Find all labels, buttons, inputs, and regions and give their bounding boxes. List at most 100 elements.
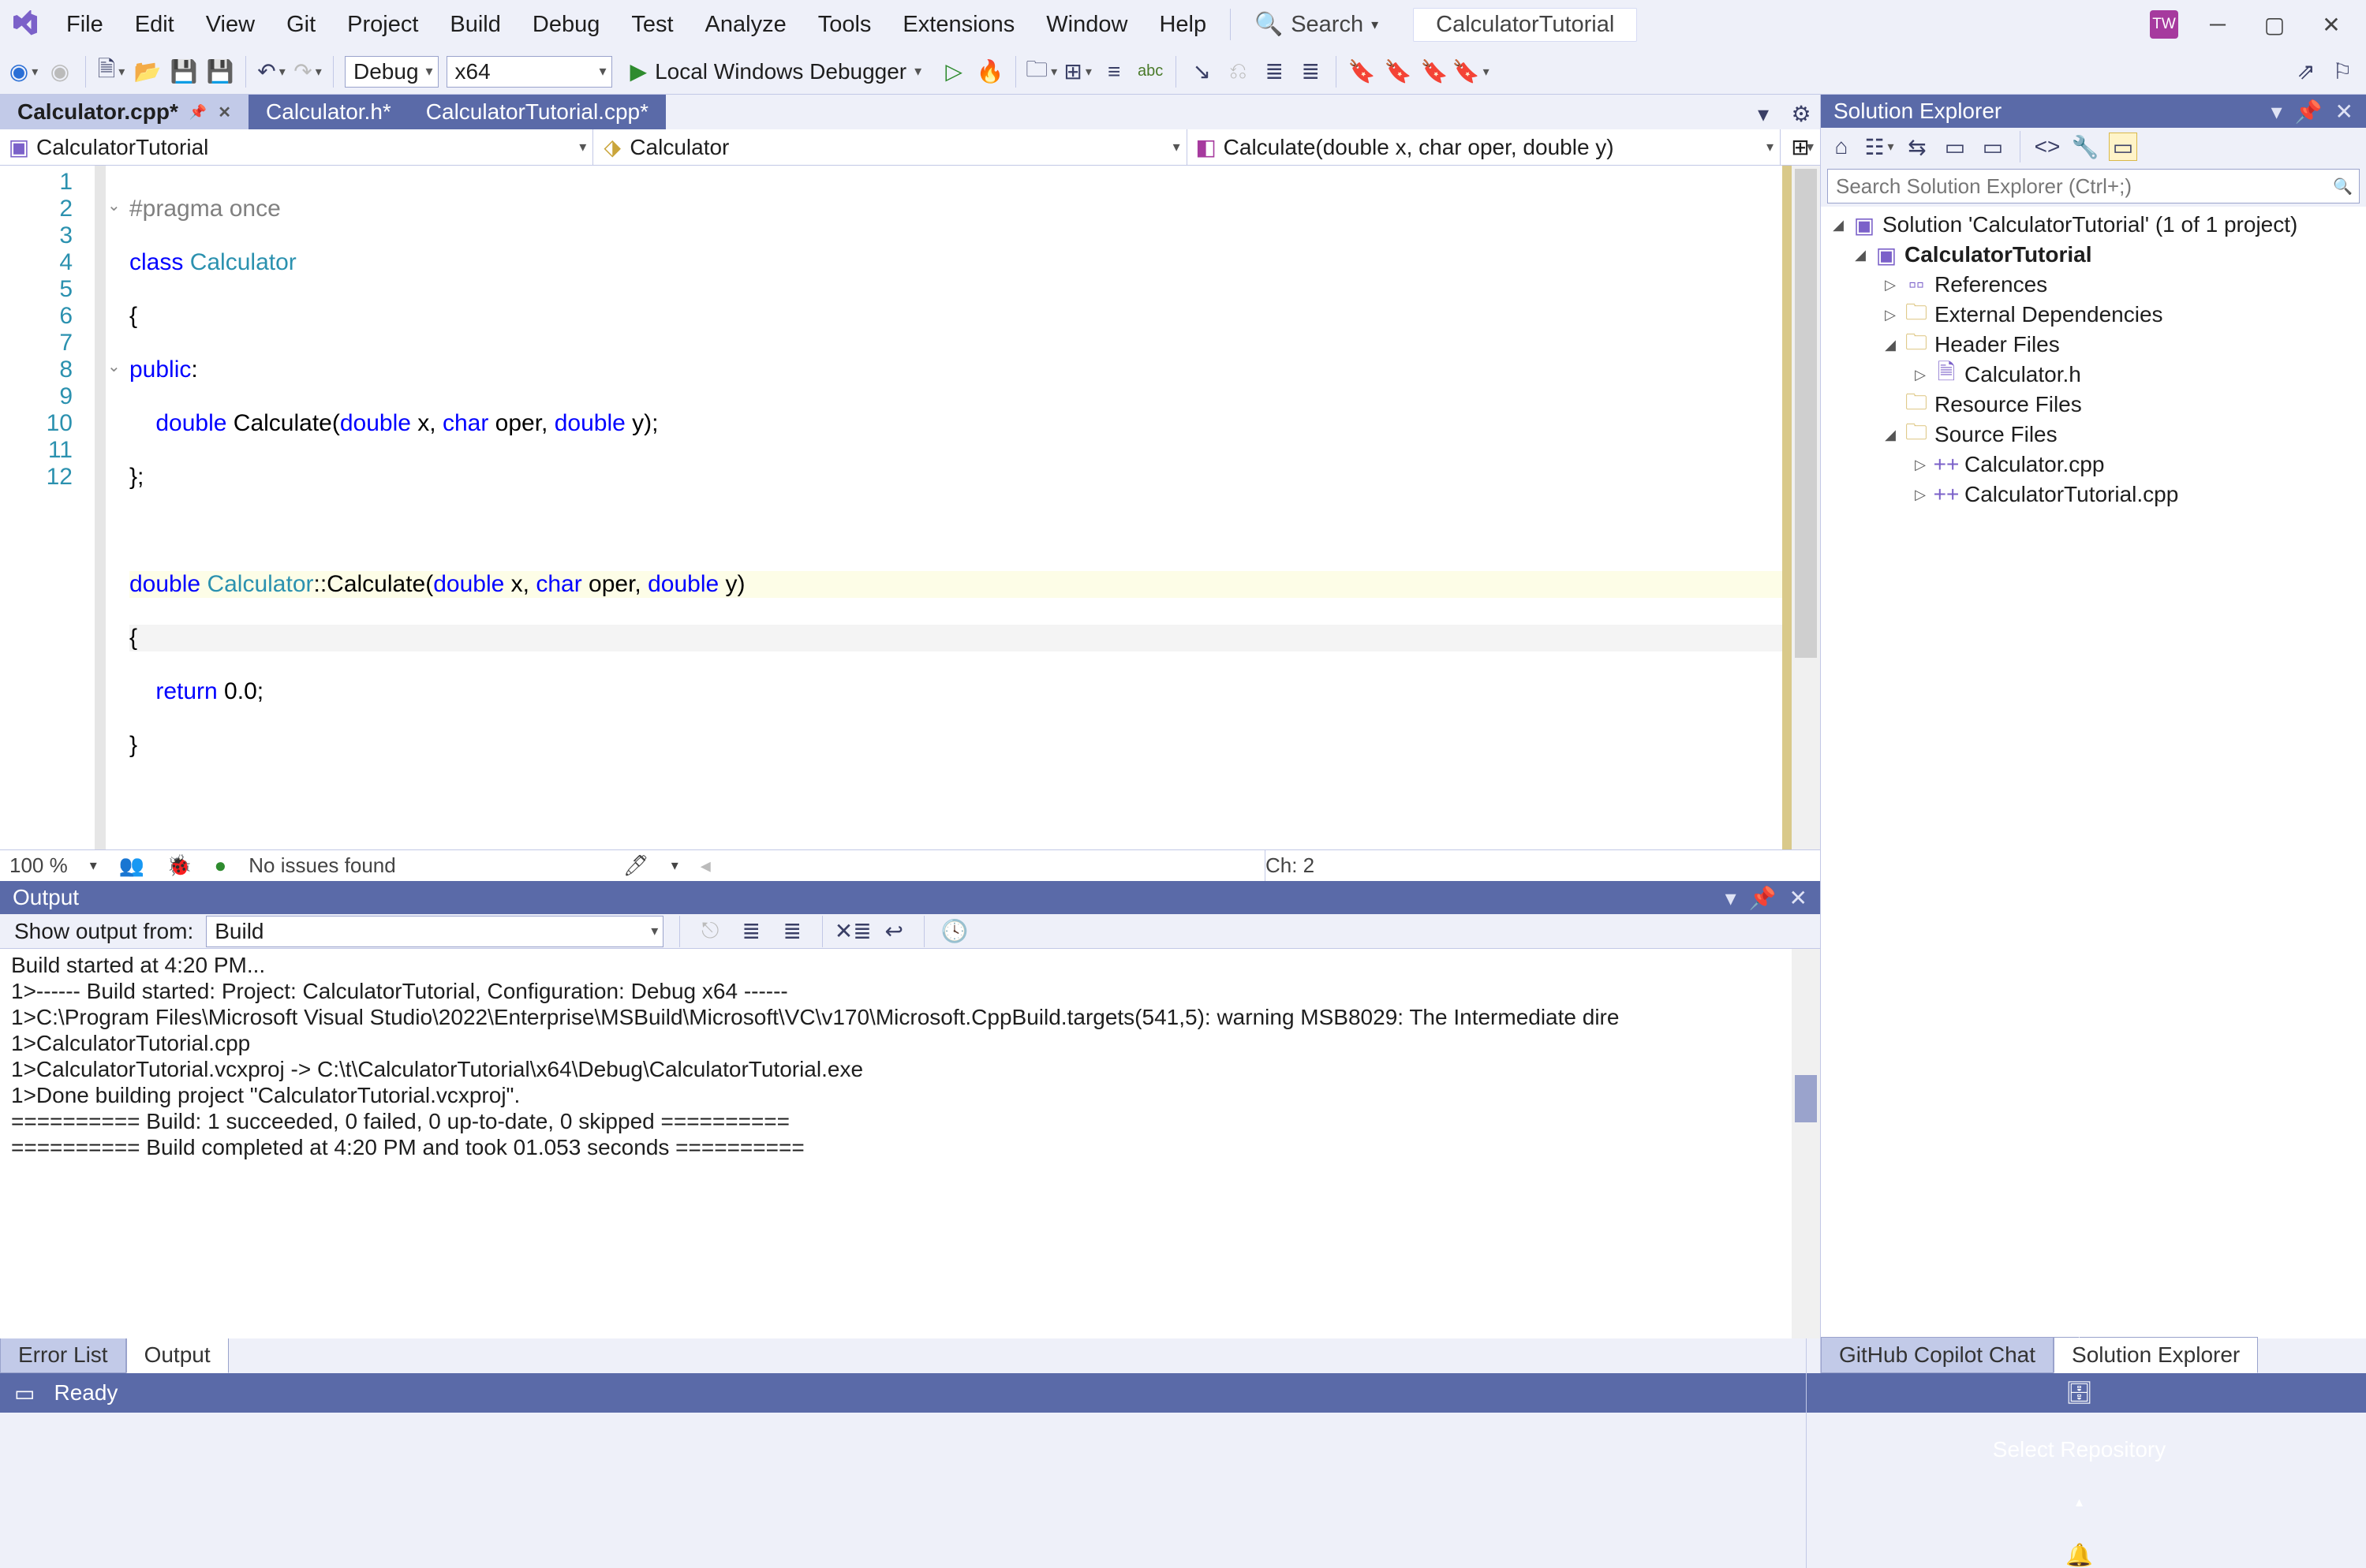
platform-combo[interactable]: x64 [447, 56, 612, 88]
preview-button[interactable]: ▭ [2109, 133, 2137, 161]
sync-button[interactable]: ⇆ [1903, 133, 1931, 161]
nav-split-button[interactable]: ⊞ [1781, 129, 1820, 165]
select-repo-button[interactable]: Select Repository [1993, 1437, 2166, 1462]
tree-sources[interactable]: ◢🗀 Source Files [1821, 420, 2366, 450]
outdent-button[interactable]: ≣ [1296, 58, 1325, 86]
clock-button[interactable]: 🕓 [940, 917, 969, 946]
close-panel-button[interactable]: ✕ [1789, 885, 1807, 911]
tree-headers[interactable]: ◢🗀 Header Files [1821, 330, 2366, 360]
prev-bookmark-button[interactable]: 🔖 [1384, 58, 1412, 86]
window-position-button[interactable]: ▾ [2271, 99, 2282, 125]
se-search-input[interactable]: Search Solution Explorer (Ctrl+;) [1827, 169, 2360, 203]
clear-button[interactable]: ✕≣ [839, 917, 867, 946]
undo-button[interactable]: ↶ [257, 58, 286, 86]
nav-forward-button[interactable]: ◉ [46, 58, 74, 86]
output-source-combo[interactable]: Build [206, 916, 663, 947]
pin-icon[interactable]: 📌 [189, 104, 207, 121]
output-icon[interactable]: ▭ [14, 1380, 35, 1406]
next-bookmark-button[interactable]: 🔖 [1420, 58, 1448, 86]
search-menu[interactable]: 🔍 Search ▾ [1242, 8, 1391, 41]
solution-title[interactable]: CalculatorTutorial [1413, 8, 1637, 42]
issues-label[interactable]: No issues found [249, 853, 395, 878]
menu-analyze[interactable]: Analyze [693, 9, 799, 41]
show-all-button[interactable]: ▭ [1979, 133, 2007, 161]
save-all-button[interactable]: 💾 [206, 58, 234, 86]
close-button[interactable]: ✕ [2314, 7, 2349, 42]
minimize-button[interactable]: ─ [2200, 7, 2235, 42]
tab-output[interactable]: Output [126, 1337, 229, 1373]
bell-icon[interactable]: 🔔 [2065, 1542, 2093, 1568]
find-button[interactable]: ⎋ [696, 917, 724, 946]
step-button-2[interactable]: ⎌ [1224, 58, 1252, 86]
menu-tools[interactable]: Tools [805, 9, 884, 41]
tab-tutorial-cpp[interactable]: CalculatorTutorial.cpp* [409, 95, 666, 129]
tree-calculator-cpp[interactable]: ▷++ Calculator.cpp [1821, 450, 2366, 480]
next-button[interactable]: ≣ [778, 917, 806, 946]
tab-error-list[interactable]: Error List [0, 1337, 126, 1373]
output-scrollbar[interactable] [1792, 949, 1820, 1338]
output-text[interactable]: Build started at 4:20 PM... 1>------ Bui… [0, 949, 1820, 1338]
tree-references[interactable]: ▷▫▫ References [1821, 270, 2366, 300]
maximize-button[interactable]: ▢ [2257, 7, 2292, 42]
tab-overflow-button[interactable]: ▾ [1749, 99, 1777, 128]
zoom-level[interactable]: 100 % [9, 853, 68, 878]
menu-window[interactable]: Window [1033, 9, 1140, 41]
start-debugging-button[interactable]: ▶ Local Windows Debugger ▾ [620, 56, 933, 87]
nav-class[interactable]: ⬗ Calculator [593, 129, 1187, 165]
start-without-debugging-button[interactable]: ▷ [940, 58, 968, 86]
scroll-left-icon[interactable]: ◂ [701, 853, 711, 878]
account-badge[interactable]: TW [2150, 10, 2178, 39]
close-panel-button[interactable]: ✕ [2335, 99, 2353, 125]
open-file-button[interactable]: 📂 [133, 58, 162, 86]
tree-calculator-h[interactable]: ▷🗎 Calculator.h [1821, 360, 2366, 390]
code-surface[interactable]: #pragma once class Calculator { public: … [125, 166, 1782, 849]
menu-project[interactable]: Project [335, 9, 431, 41]
bug-icon[interactable]: 🐞 [166, 853, 192, 878]
tree-tutorial-cpp[interactable]: ▷++ CalculatorTutorial.cpp [1821, 480, 2366, 510]
tree-resources[interactable]: 🗀 Resource Files [1821, 390, 2366, 420]
menu-extensions[interactable]: Extensions [890, 9, 1027, 41]
tab-calculator-h[interactable]: Calculator.h* [249, 95, 409, 129]
nav-backward-button[interactable]: ◉ [9, 58, 38, 86]
menu-git[interactable]: Git [274, 9, 328, 41]
menu-help[interactable]: Help [1146, 9, 1219, 41]
tab-calculator-cpp[interactable]: Calculator.cpp* 📌 ✕ [0, 95, 249, 129]
brush-icon[interactable]: 🖊 [623, 853, 649, 878]
save-button[interactable]: 💾 [170, 58, 198, 86]
users-icon[interactable]: 👥 [119, 853, 144, 878]
code-button[interactable]: <> [2033, 133, 2061, 161]
pin-button[interactable]: 📌 [2295, 99, 2323, 125]
close-icon[interactable]: ✕ [218, 103, 231, 122]
indent-button[interactable]: ≣ [1260, 58, 1288, 86]
tree-external[interactable]: ▷🗀 External Dependencies [1821, 300, 2366, 330]
configuration-combo[interactable]: Debug [345, 56, 439, 88]
add-source-control-button[interactable]: Add to Source Control [1971, 1275, 2188, 1300]
tab-settings-button[interactable]: ⚙ [1787, 99, 1815, 128]
code-editor[interactable]: 123456789101112 ⌄ ⌄ #pragma once class C… [0, 166, 1820, 849]
menu-edit[interactable]: Edit [122, 9, 187, 41]
hot-reload-button[interactable]: 🔥 [976, 58, 1004, 86]
view-button[interactable]: ⊞ [1063, 58, 1092, 86]
bookmark-button[interactable]: 🔖 [1347, 58, 1376, 86]
nav-member[interactable]: ◧ Calculate(double x, char oper, double … [1187, 129, 1781, 165]
pin-button[interactable]: 📌 [1749, 885, 1777, 911]
clear-bookmark-button[interactable]: 🔖 [1456, 58, 1485, 86]
editor-scrollbar[interactable] [1792, 166, 1820, 849]
files-button[interactable]: ≡ [1100, 58, 1128, 86]
live-share-button[interactable]: ⇗ [2292, 58, 2320, 86]
menu-file[interactable]: File [54, 9, 116, 41]
menu-build[interactable]: Build [437, 9, 514, 41]
new-project-button[interactable]: 🗎 [97, 58, 125, 86]
menu-test[interactable]: Test [619, 9, 686, 41]
browse-button[interactable]: 🗀 [1027, 58, 1056, 86]
menu-debug[interactable]: Debug [520, 9, 612, 41]
nav-scope[interactable]: ▣ CalculatorTutorial [0, 129, 593, 165]
col-indicator[interactable]: Ch: 2 [1265, 853, 1811, 878]
feedback-button[interactable]: ⚐ [2328, 58, 2357, 86]
wrap-button[interactable]: ↩ [880, 917, 908, 946]
tree-project[interactable]: ◢▣ CalculatorTutorial [1821, 240, 2366, 270]
tree-solution[interactable]: ◢▣ Solution 'CalculatorTutorial' (1 of 1… [1821, 210, 2366, 240]
step-button-1[interactable]: ↘ [1187, 58, 1216, 86]
collapse-button[interactable]: ▭ [1941, 133, 1969, 161]
properties-button[interactable]: 🔧 [2071, 133, 2099, 161]
